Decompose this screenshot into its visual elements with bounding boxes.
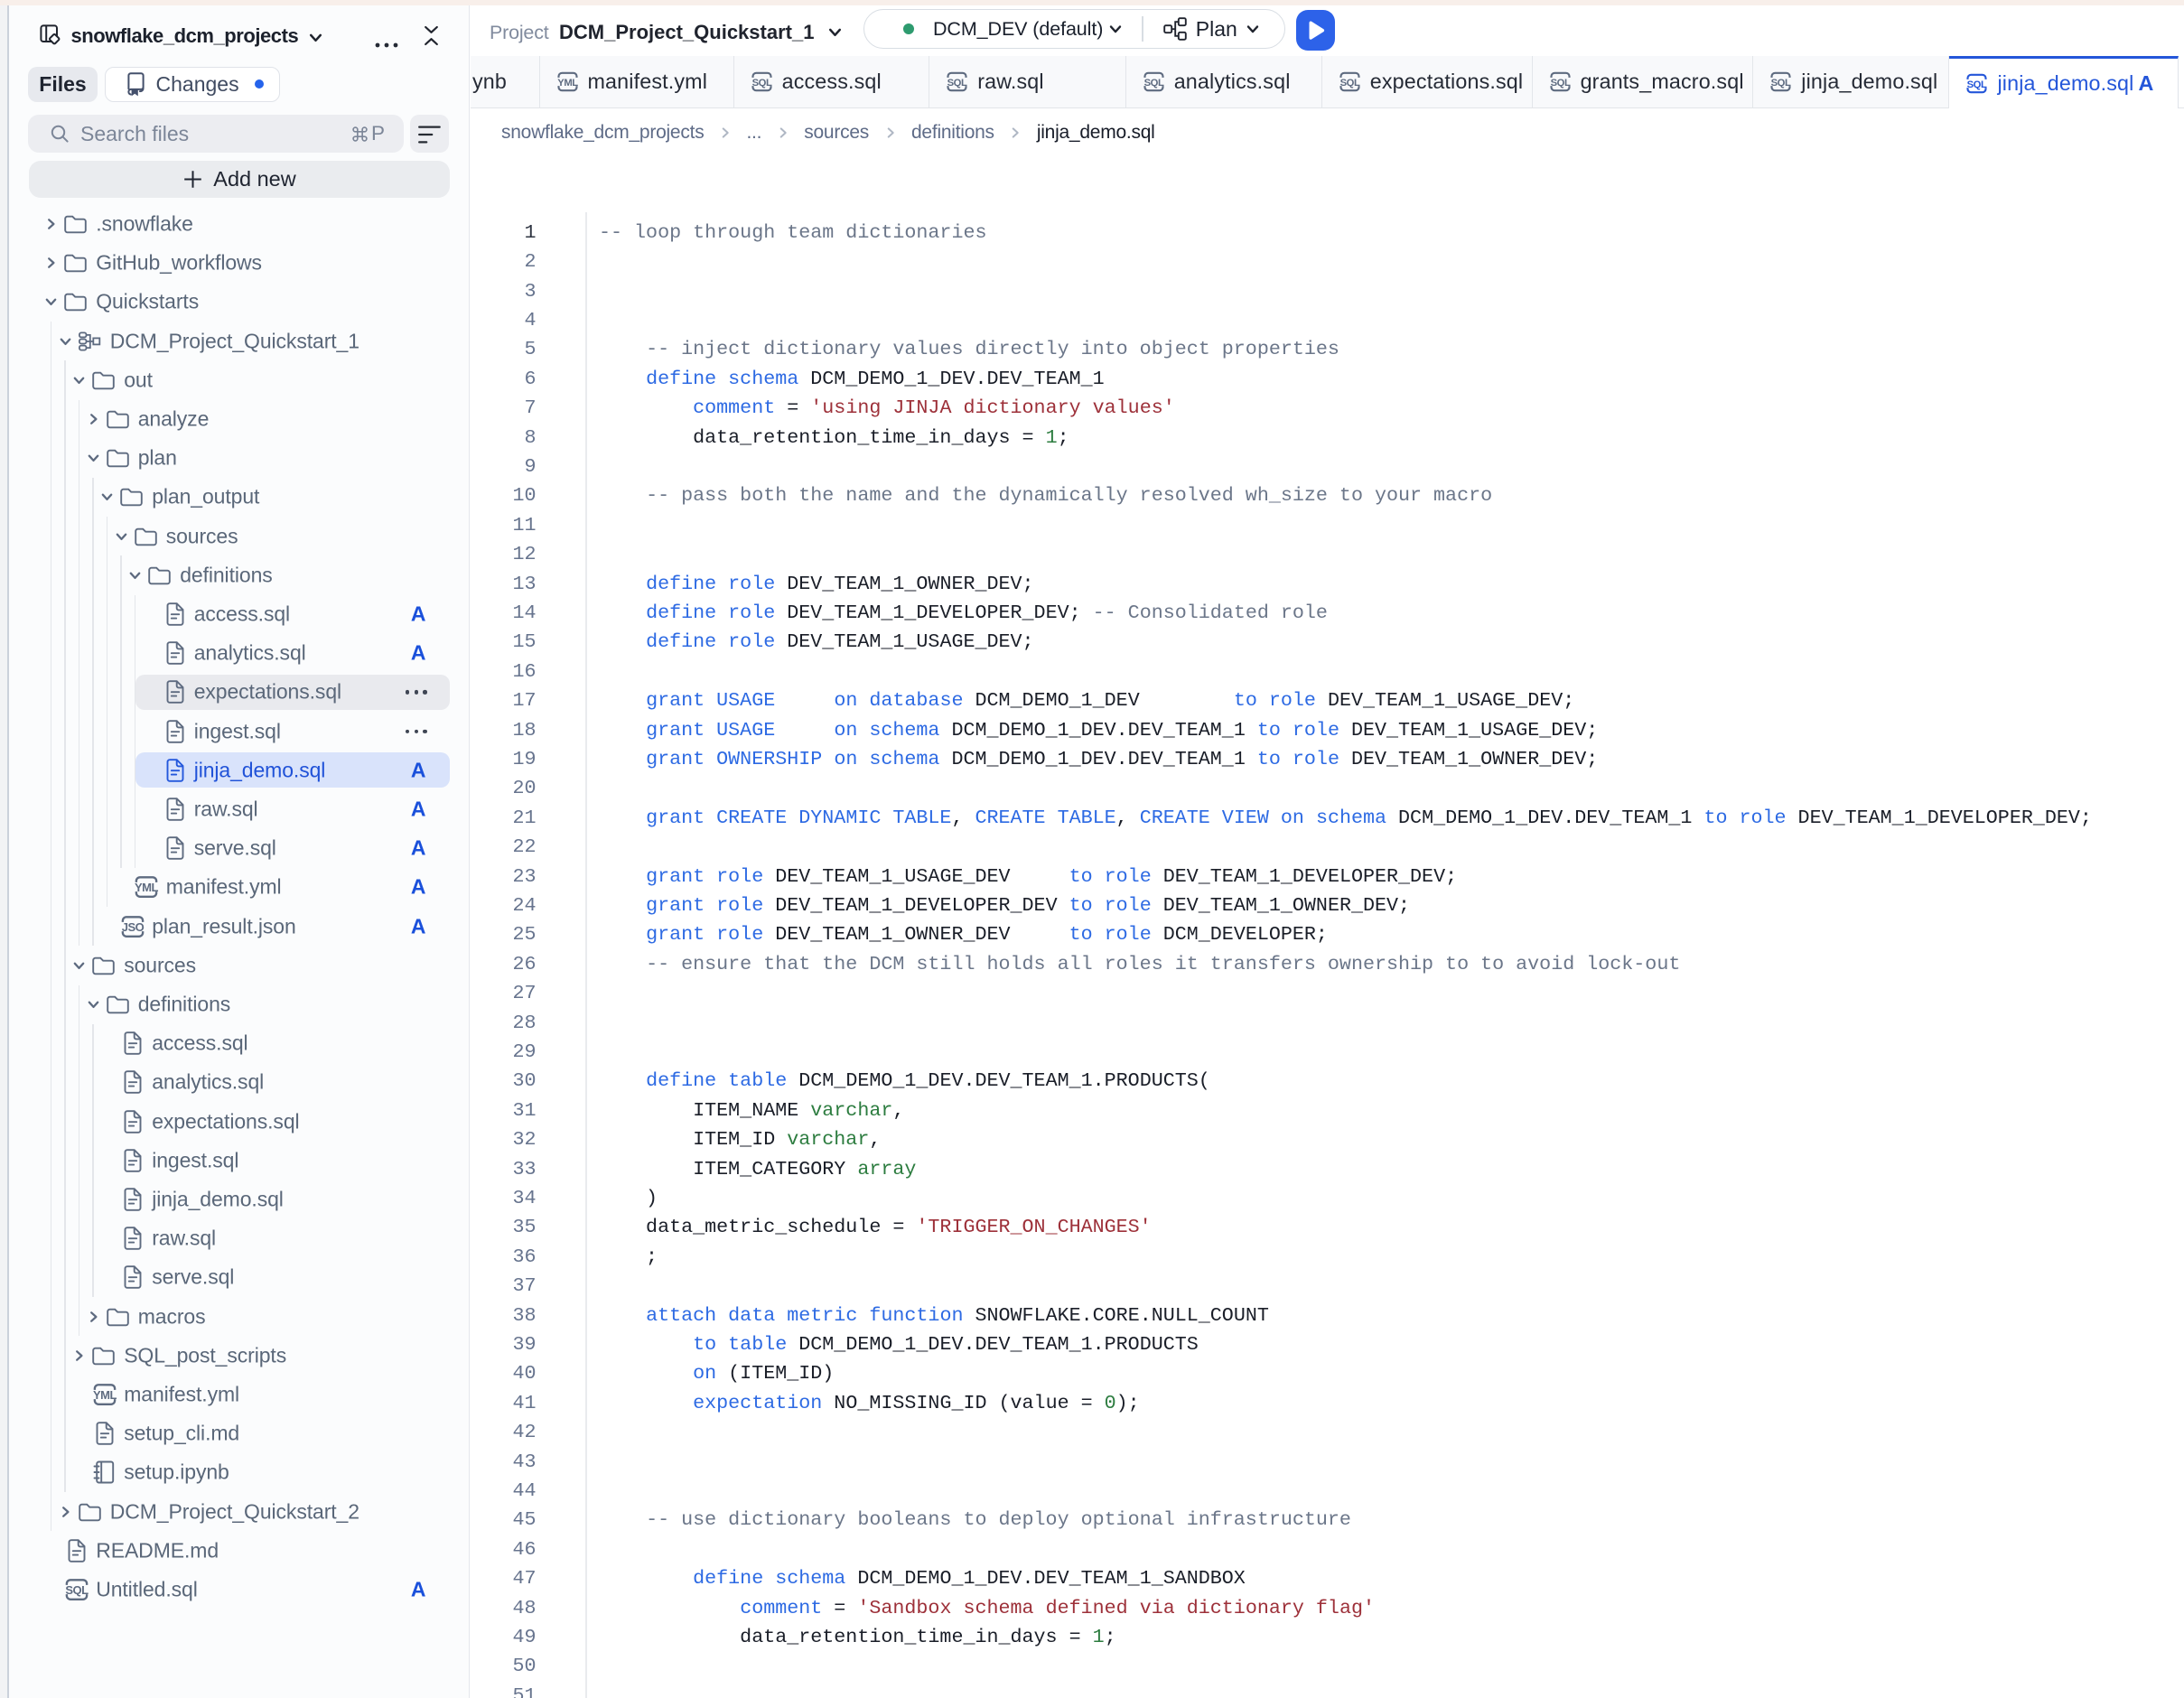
svg-text:SQL: SQL — [1967, 79, 1987, 90]
svg-text:SQL: SQL — [1339, 78, 1359, 89]
svg-text:SQL: SQL — [1550, 78, 1570, 89]
svg-text:SQL: SQL — [751, 78, 771, 89]
svg-text:SQL: SQL — [1143, 78, 1163, 89]
svg-text:YML: YML — [135, 881, 159, 894]
svg-text:SQL: SQL — [65, 1583, 89, 1597]
svg-text:YML: YML — [93, 1388, 117, 1402]
svg-text:SQL: SQL — [1771, 78, 1791, 89]
svg-text:JSO: JSO — [121, 920, 144, 934]
svg-text:SQL: SQL — [947, 78, 967, 89]
svg-text:YML: YML — [557, 78, 578, 89]
